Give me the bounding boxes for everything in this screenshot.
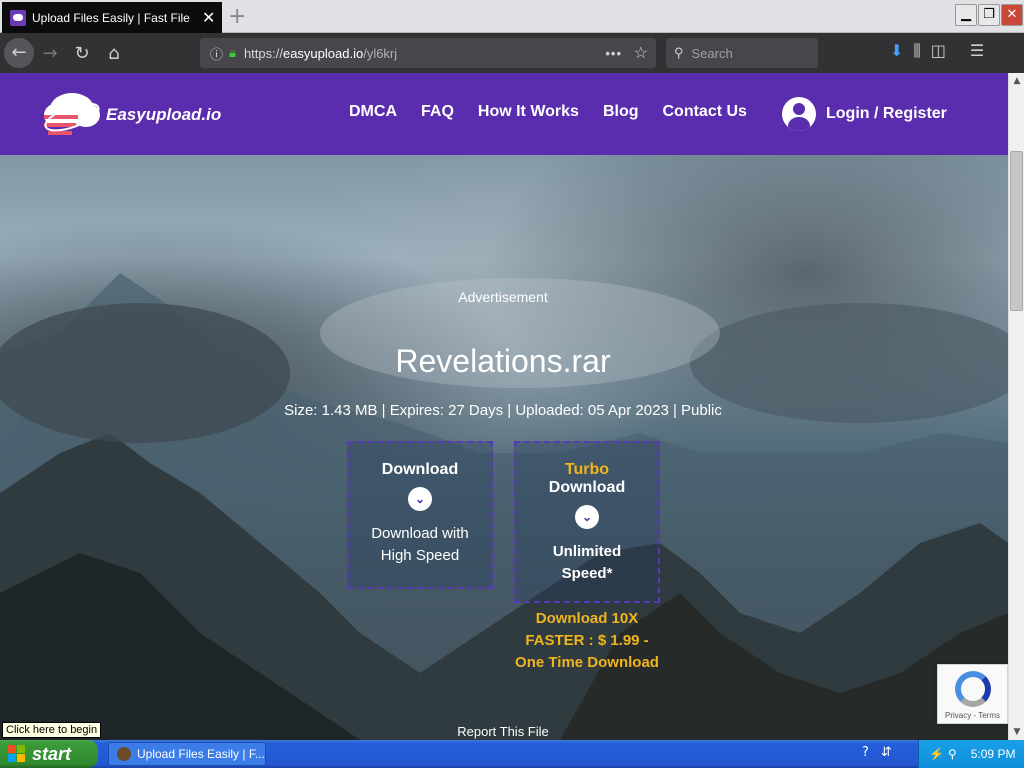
forward-arrow-icon[interactable]: → (34, 43, 66, 64)
menu-item-contact-us[interactable]: Contact Us (662, 103, 746, 121)
login-register-link[interactable]: Login / Register (782, 97, 947, 131)
scroll-up-icon[interactable]: ▲ (1009, 73, 1024, 89)
taskbar-helpers: ? ⇵ (862, 745, 892, 760)
download-desc-line1: Download with (371, 525, 469, 542)
system-tray: ⚡ ⚲ 5:09 PM (918, 740, 1024, 768)
start-button[interactable]: start (0, 740, 98, 768)
menu-item-faq[interactable]: FAQ (421, 103, 454, 121)
back-arrow-icon[interactable]: ← (4, 38, 34, 68)
bookmark-star-icon[interactable]: ☆ (634, 43, 648, 63)
turbo-price-line3: One Time Download (515, 654, 659, 671)
browser-tab[interactable]: Upload Files Easily | Fast File Upload ✕ (2, 2, 222, 33)
windows-taskbar: start Upload Files Easily | F... ? ⇵ ⚡ ⚲… (0, 740, 1024, 768)
restore-button[interactable]: ❐ (978, 4, 1000, 26)
start-label: start (32, 743, 72, 764)
windows-flag-icon (8, 745, 26, 763)
network-icon[interactable]: ⚡ (929, 747, 944, 761)
logo-text: Easyupload.io (106, 105, 222, 124)
help-icon[interactable]: ? (862, 745, 869, 760)
chevron-down-icon: ⌄ (575, 505, 599, 529)
turbo-desc-line2: Speed* (561, 565, 613, 582)
web-page: Easyupload.io DMCA FAQ How It Works Blog… (0, 73, 1008, 740)
url-path: /yl6krj (363, 45, 398, 61)
cloud-logo-icon (44, 93, 100, 135)
download-button[interactable]: Download ⌄ Download with High Speed (347, 441, 493, 589)
close-window-button[interactable]: ✕ (1001, 4, 1023, 26)
file-meta-info: Size: 1.43 MB | Expires: 27 Days | Uploa… (284, 402, 722, 419)
download-description: Download with High Speed (349, 523, 491, 567)
clock[interactable]: 5:09 PM (971, 747, 1016, 761)
turbo-download-button[interactable]: Turbo Download ⌄ Unlimited Speed* (514, 441, 660, 603)
menu-item-dmca[interactable]: DMCA (349, 103, 397, 121)
site-logo[interactable]: Easyupload.io (42, 87, 221, 143)
download-title: Download (381, 461, 459, 478)
url-prefix: https:// (243, 45, 283, 61)
firefox-icon (117, 747, 131, 761)
downloads-icon[interactable]: ⬇ (890, 41, 903, 61)
tab-close-icon[interactable]: ✕ (202, 8, 215, 27)
site-header: Easyupload.io DMCA FAQ How It Works Blog… (0, 73, 1008, 155)
recaptcha-icon (954, 671, 991, 707)
user-avatar-icon (782, 97, 816, 131)
menu-item-blog[interactable]: Blog (603, 103, 639, 121)
scroll-thumb[interactable] (1010, 151, 1023, 311)
url-bar[interactable]: ⓘ 🔒︎ https://easyupload.io/yl6krj ••• ☆ (200, 38, 656, 68)
reload-icon[interactable]: ↻ (66, 43, 98, 64)
scroll-down-icon[interactable]: ▼ (1009, 724, 1024, 740)
taskbar-item-label: Upload Files Easily | F... (137, 747, 265, 761)
new-tab-icon[interactable]: + (228, 4, 246, 29)
lock-icon[interactable]: 🔒︎ (229, 45, 236, 61)
taskbar-item-browser[interactable]: Upload Files Easily | F... (108, 742, 266, 766)
tab-title: Upload Files Easily | Fast File Upload (32, 10, 192, 25)
library-icon[interactable]: ⫼ (913, 41, 920, 61)
turbo-price-line2: FASTER : $ 1.99 - (525, 632, 649, 649)
turbo-label: Turbo (564, 461, 610, 478)
menu-item-how-it-works[interactable]: How It Works (478, 103, 579, 121)
login-register-label: Login / Register (826, 105, 947, 122)
url-host: easyupload.io (282, 45, 364, 61)
search-input[interactable]: ⚲ Search (666, 38, 818, 68)
turbo-download-title: Download (548, 479, 626, 496)
chevron-icon[interactable]: ⇵ (881, 745, 892, 760)
turbo-price-line1: Download 10X (535, 610, 639, 627)
search-icon: ⚲ (674, 45, 684, 60)
tab-favicon-icon (10, 9, 26, 26)
recaptcha-privacy-terms[interactable]: Privacy - Terms (938, 711, 1007, 720)
start-tooltip: Click here to begin (2, 722, 102, 738)
minimize-button[interactable]: ▁ (955, 4, 977, 26)
site-menu: DMCA FAQ How It Works Blog Contact Us (349, 103, 771, 121)
info-icon[interactable]: ⓘ (210, 44, 223, 63)
turbo-description: Unlimited Speed* (516, 541, 658, 585)
browser-navbar: ← → ↻ ⌂ ⓘ 🔒︎ https://easyupload.io/yl6kr… (0, 33, 1024, 73)
download-desc-line2: High Speed (380, 547, 460, 564)
page-actions-icon[interactable]: ••• (605, 46, 622, 61)
menu-hamburger-icon[interactable]: ☰ (970, 41, 984, 61)
sidebar-icon[interactable]: ◫ (931, 41, 946, 61)
turbo-desc-line1: Unlimited (552, 543, 622, 560)
advertisement-label: Advertisement (458, 289, 548, 305)
report-file-link[interactable]: Report This File (0, 724, 1006, 739)
file-name-title: Revelations.rar (395, 343, 611, 379)
toolbar-right: ⬇ ⫼ ◫ ☰ (890, 41, 984, 61)
page-scrollbar[interactable]: ▲ ▼ (1008, 73, 1024, 740)
browser-titlebar: Upload Files Easily | Fast File Upload ✕… (0, 0, 1024, 33)
turbo-price-link[interactable]: Download 10X FASTER : $ 1.99 - One Time … (497, 608, 677, 674)
recaptcha-badge[interactable]: Privacy - Terms (937, 664, 1008, 724)
search-tray-icon[interactable]: ⚲ (948, 747, 957, 761)
home-icon[interactable]: ⌂ (98, 43, 130, 64)
chevron-down-icon: ⌄ (408, 487, 432, 511)
search-placeholder: Search (691, 45, 733, 61)
